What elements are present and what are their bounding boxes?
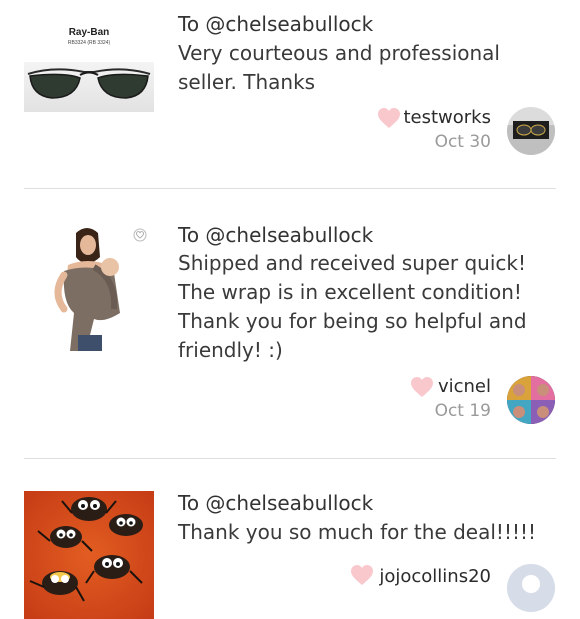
review-text-line: Shipped and received super quick! [178, 251, 526, 275]
review-date: Oct 30 [434, 132, 491, 152]
review-item: To @chelseabullock Shipped and received … [0, 189, 580, 458]
product-thumbnail-cupcakes[interactable] [24, 491, 154, 619]
review-recipient: To @chelseabullock [178, 223, 374, 247]
review-text-line: seller. Thanks [178, 70, 316, 94]
product-thumbnail-wrap[interactable] [24, 223, 154, 351]
review-text-line: Very courteous and professional [178, 41, 500, 65]
baby-wrap-image [24, 223, 154, 351]
review-recipient: To @chelseabullock [178, 491, 374, 515]
review-text-line: Thank you for being so helpful and [178, 309, 527, 333]
review-text-line: The wrap is in excellent condition! [178, 280, 522, 304]
review-item: To @chelseabullock Thank you so much for… [0, 459, 580, 619]
product-thumbnail-sunglasses[interactable]: Ray-Ban RB3324 (RB 3324) [24, 12, 154, 140]
reviewer-username[interactable]: vicnel [438, 376, 491, 398]
spider-cupcakes-image [24, 491, 154, 619]
avatar-sunglasses-image [507, 107, 555, 155]
review-text-line: friendly! :) [178, 338, 283, 362]
review-recipient: To @chelseabullock [178, 12, 374, 36]
heart-icon[interactable] [377, 107, 401, 129]
review-date: Oct 19 [434, 401, 491, 421]
heart-icon[interactable] [350, 564, 374, 586]
reviewer-username[interactable]: jojocollins20 [379, 566, 491, 588]
reviewer-username[interactable]: testworks [403, 107, 491, 129]
heart-icon[interactable] [410, 376, 434, 398]
avatar[interactable] [507, 564, 555, 612]
default-avatar-icon [507, 564, 555, 612]
avatar[interactable] [507, 107, 555, 155]
review-text-line: Thank you so much for the deal!!!!! [178, 520, 537, 544]
avatar-collage-image [507, 376, 555, 424]
avatar[interactable] [507, 376, 555, 424]
sunglasses-image [27, 68, 151, 99]
review-item: Ray-Ban RB3324 (RB 3324) To @chelseabull… [0, 0, 580, 188]
